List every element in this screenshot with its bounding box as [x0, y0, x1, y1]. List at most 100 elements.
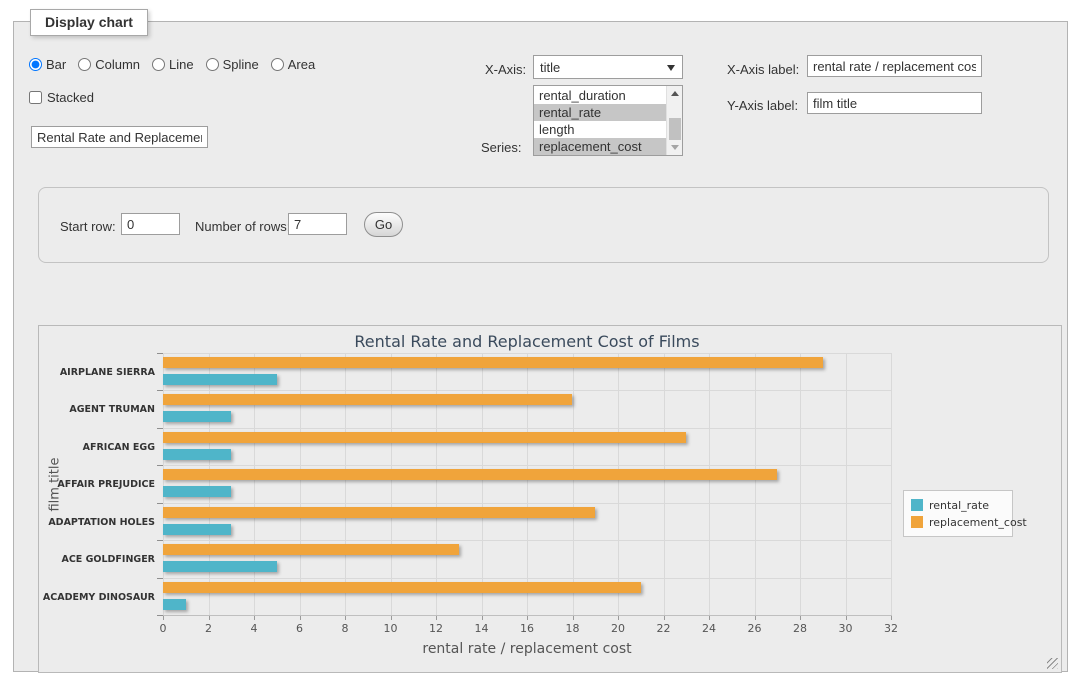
chart-type-radio-line[interactable]: [152, 58, 165, 71]
bar-replacement_cost[interactable]: [163, 357, 823, 368]
fieldset-legend: Display chart: [30, 9, 148, 36]
x-axis-tick-label: 0: [146, 622, 180, 635]
bar-rental_rate[interactable]: [163, 599, 186, 610]
x-axis-tick-label: 24: [692, 622, 726, 635]
chart-type-line[interactable]: Line: [152, 57, 194, 72]
category-label: ACE GOLDFINGER: [39, 554, 155, 565]
scrollbar-thumb[interactable]: [669, 118, 681, 140]
resize-handle-icon[interactable]: [1047, 658, 1058, 669]
legend-item-label: replacement_cost: [929, 516, 1027, 529]
chart-type-area[interactable]: Area: [271, 57, 315, 72]
chart-title-input[interactable]: [31, 126, 208, 148]
x-axis-select-label: X-Axis:: [485, 62, 526, 77]
y-axis-tick: [157, 578, 163, 579]
bar-replacement_cost[interactable]: [163, 544, 459, 555]
series-option-replacement_cost[interactable]: replacement_cost: [534, 138, 666, 155]
y-axis-tick: [157, 540, 163, 541]
scroll-down-button[interactable]: [667, 140, 683, 155]
x-axis-selected-value: title: [540, 60, 560, 75]
series-option-length[interactable]: length: [534, 121, 666, 138]
series-options: rental_durationrental_ratelengthreplacem…: [534, 87, 666, 155]
series-option-rental_duration[interactable]: rental_duration: [534, 87, 666, 104]
number-of-rows-input[interactable]: [288, 213, 347, 235]
series-scrollbar[interactable]: [666, 86, 682, 155]
chart-type-radio-column[interactable]: [78, 58, 91, 71]
gridline: [664, 353, 665, 615]
bar-rental_rate[interactable]: [163, 561, 277, 572]
chart-type-radio-label: Bar: [46, 57, 66, 72]
x-axis-tick-label: 8: [328, 622, 362, 635]
x-axis-label-input[interactable]: [807, 55, 982, 77]
bar-rental_rate[interactable]: [163, 449, 231, 460]
gridline: [300, 353, 301, 615]
x-axis-label-label: X-Axis label:: [727, 62, 799, 77]
legend-swatch-icon: [911, 516, 923, 528]
legend-item-rental_rate[interactable]: rental_rate: [911, 497, 1005, 513]
chart-type-column[interactable]: Column: [78, 57, 140, 72]
bar-rental_rate[interactable]: [163, 411, 231, 422]
gridline: [209, 353, 210, 615]
chart-type-radio-label: Spline: [223, 57, 259, 72]
legend-item-label: rental_rate: [929, 499, 989, 512]
x-axis-tick-label: 16: [510, 622, 544, 635]
number-of-rows-label: Number of rows:: [195, 219, 290, 234]
bar-replacement_cost[interactable]: [163, 582, 641, 593]
scroll-up-button[interactable]: [667, 86, 683, 101]
bar-replacement_cost[interactable]: [163, 432, 686, 443]
go-button[interactable]: Go: [364, 212, 403, 237]
chart-type-bar[interactable]: Bar: [29, 57, 66, 72]
chart-title: Rental Rate and Replacement Cost of Film…: [163, 332, 891, 351]
x-axis-tick-label: 28: [783, 622, 817, 635]
x-axis-tick-label: 20: [601, 622, 635, 635]
x-axis-tick-label: 26: [738, 622, 772, 635]
x-axis-tick-label: 32: [874, 622, 908, 635]
page: Display chart Bar Column Line Spline Area St…: [0, 0, 1081, 681]
chart-type-radio-area[interactable]: [271, 58, 284, 71]
x-axis-tick-label: 18: [556, 622, 590, 635]
stacked-checkbox[interactable]: [29, 91, 42, 104]
chart-type-radios: Bar Column Line Spline Area: [29, 57, 323, 72]
x-axis-tick-label: 2: [192, 622, 226, 635]
category-label: ADAPTATION HOLES: [39, 517, 155, 528]
gridline: [163, 353, 891, 354]
bar-replacement_cost[interactable]: [163, 507, 595, 518]
gridline: [573, 353, 574, 615]
gridline: [345, 353, 346, 615]
x-axis-tick-label: 30: [829, 622, 863, 635]
bar-replacement_cost[interactable]: [163, 469, 777, 480]
y-axis-tick: [157, 390, 163, 391]
gridline: [163, 465, 891, 466]
chart-type-radio-label: Line: [169, 57, 194, 72]
category-label: ACADEMY DINOSAUR: [39, 592, 155, 603]
x-axis-select[interactable]: title: [533, 55, 683, 79]
chart-x-axis-title: rental rate / replacement cost: [163, 641, 891, 657]
bar-rental_rate[interactable]: [163, 486, 231, 497]
y-axis-label-input[interactable]: [807, 92, 982, 114]
gridline: [254, 353, 255, 615]
bar-rental_rate[interactable]: [163, 524, 231, 535]
legend-swatch-icon: [911, 499, 923, 511]
gridline: [482, 353, 483, 615]
chart-type-radio-spline[interactable]: [206, 58, 219, 71]
scroll-up-icon: [671, 91, 679, 96]
gridline: [391, 353, 392, 615]
series-listbox[interactable]: rental_durationrental_ratelengthreplacem…: [533, 85, 683, 156]
x-axis-tick-label: 14: [465, 622, 499, 635]
x-axis-tick-label: 22: [647, 622, 681, 635]
category-label: AFFAIR PREJUDICE: [39, 479, 155, 490]
series-option-rental_rate[interactable]: rental_rate: [534, 104, 666, 121]
gridline: [800, 353, 801, 615]
chart-container: Rental Rate and Replacement Cost of Film…: [38, 325, 1062, 673]
scroll-down-icon: [671, 145, 679, 150]
chart-type-spline[interactable]: Spline: [206, 57, 259, 72]
stacked-row: Stacked: [29, 90, 94, 105]
chart-type-radio-bar[interactable]: [29, 58, 42, 71]
gridline: [163, 428, 891, 429]
start-row-input[interactable]: [121, 213, 180, 235]
bar-rental_rate[interactable]: [163, 374, 277, 385]
bar-replacement_cost[interactable]: [163, 394, 572, 405]
x-axis-tick-label: 10: [374, 622, 408, 635]
gridline: [163, 353, 164, 615]
legend-item-replacement_cost[interactable]: replacement_cost: [911, 514, 1005, 530]
gridline: [163, 540, 891, 541]
